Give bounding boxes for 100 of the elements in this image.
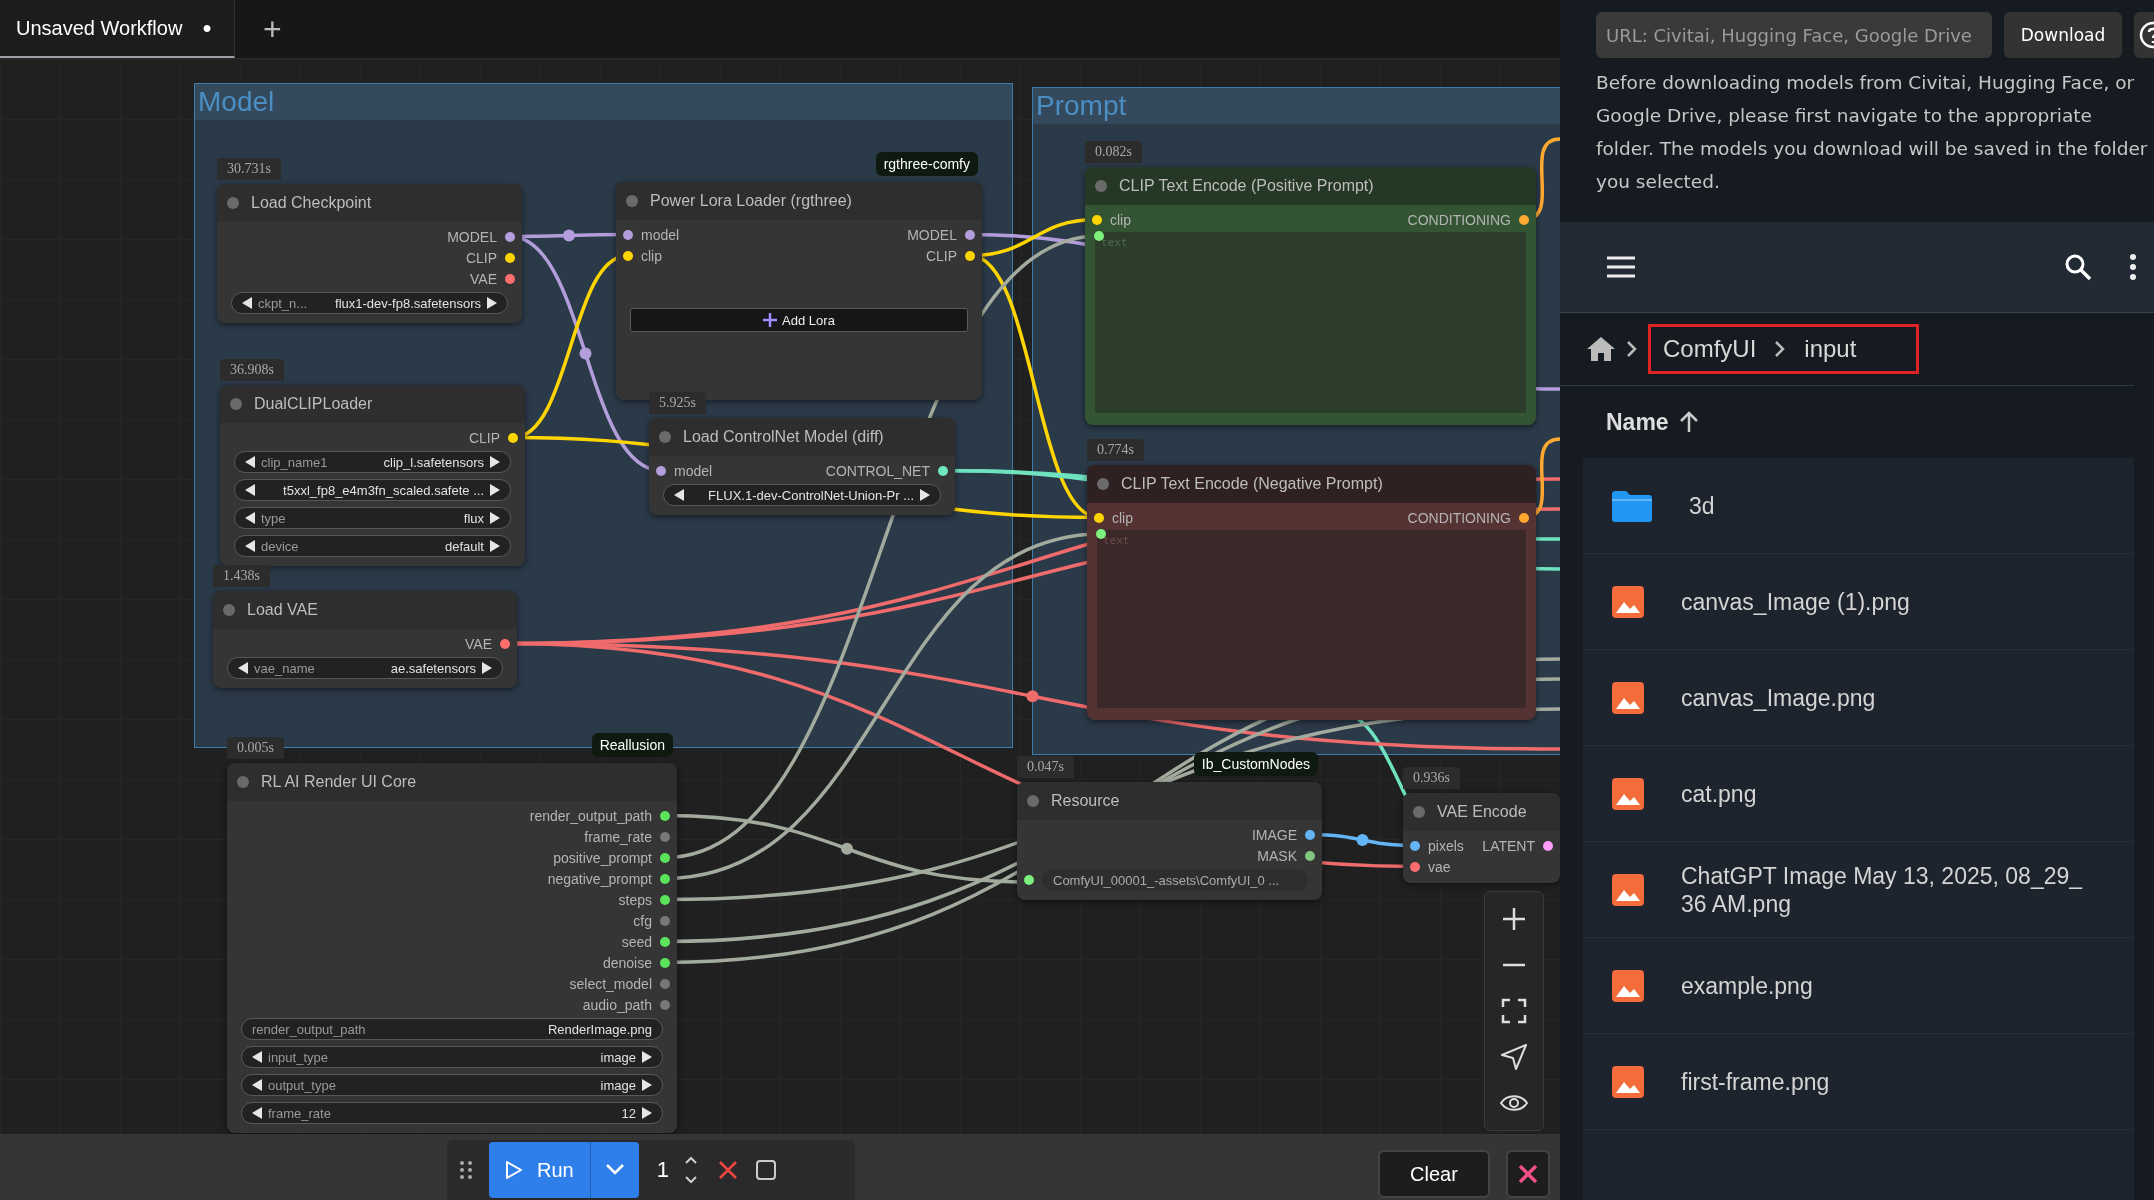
socket-dot[interactable]	[660, 957, 670, 968]
breadcrumb-link[interactable]: ComfyUI	[1663, 335, 1757, 363]
output-label: VAE	[470, 270, 497, 287]
socket-dot[interactable]	[660, 978, 670, 989]
file-row[interactable]: canvas_Image (1).png	[1583, 554, 2134, 650]
breadcrumb-link[interactable]: input	[1804, 335, 1857, 363]
socket-dot[interactable]	[660, 810, 670, 821]
combo-widget[interactable]: device default	[234, 535, 511, 557]
socket-dot[interactable]	[1543, 840, 1553, 851]
right-arrow-icon	[642, 1107, 652, 1119]
socket-dot[interactable]	[505, 231, 515, 242]
url-field[interactable]: URL: Civitai, Hugging Face, Google Drive	[1596, 12, 1992, 58]
reroute-dot[interactable]	[563, 229, 575, 242]
socket-dot[interactable]	[1519, 214, 1529, 225]
left-arrow-icon	[674, 489, 684, 501]
output-label: MODEL	[907, 226, 957, 243]
file-row[interactable]: ChatGPT Image May 13, 2025, 08_29_36 AM.png	[1583, 842, 2134, 938]
reroute-dot[interactable]	[1356, 834, 1369, 846]
socket-dot[interactable]	[660, 852, 670, 863]
status-dot-icon	[1095, 180, 1107, 192]
socket-dot[interactable]	[623, 250, 633, 261]
combo-widget[interactable]: input_type image	[241, 1046, 663, 1068]
right-arrow-icon	[490, 512, 500, 524]
socket-dot[interactable]	[505, 252, 515, 263]
file-row[interactable]: cat.png	[1583, 746, 2134, 842]
output-label: CLIP	[465, 249, 497, 266]
output-label: CLIP	[468, 429, 500, 446]
run-button[interactable]: Run	[489, 1142, 590, 1198]
output-label: MASK	[1257, 847, 1297, 864]
socket-dot[interactable]	[1092, 214, 1102, 225]
reroute-dot[interactable]	[579, 347, 592, 360]
socket-dot[interactable]	[500, 638, 510, 649]
socket-dot[interactable]	[623, 229, 633, 240]
right-arrow-icon	[642, 1051, 652, 1063]
input-label: model	[674, 462, 713, 479]
workflow-tab[interactable]: Unsaved Workflow ●	[0, 0, 236, 58]
timing-label: 0.047s	[1017, 756, 1074, 778]
socket-dot[interactable]	[660, 873, 670, 884]
socket-dot[interactable]	[1410, 861, 1420, 872]
batch-count-field[interactable]: 1	[654, 1153, 701, 1187]
play-icon	[505, 1160, 523, 1180]
combo-widget[interactable]: FLUX.1-dev-ControlNet-Union-Pr ...	[663, 484, 941, 506]
combo-widget[interactable]: type flux	[234, 507, 511, 529]
download-button[interactable]: Download	[2004, 12, 2122, 58]
search-icon[interactable]	[2064, 253, 2092, 281]
new-tab-button[interactable]: +	[235, 0, 310, 58]
drag-handle-icon[interactable]	[459, 1159, 473, 1181]
socket-dot[interactable]	[656, 465, 666, 476]
close-button[interactable]	[1506, 1150, 1550, 1198]
timing-label: 0.936s	[1403, 767, 1460, 789]
status-dot-icon	[1027, 795, 1039, 807]
sort-header[interactable]: Name	[1600, 407, 1705, 437]
combo-widget[interactable]: output_type image	[241, 1074, 663, 1096]
socket-dot[interactable]	[660, 894, 670, 905]
socket-dot[interactable]	[1094, 512, 1104, 523]
combo-widget[interactable]: clip_name1 clip_l.safetensors	[234, 451, 511, 473]
combo-widget[interactable]: t5xxl_fp8_e4m3fn_scaled.safete ...	[234, 479, 511, 501]
file-row[interactable]: first-frame.png	[1583, 1034, 2134, 1130]
combo-widget[interactable]: ckpt_n... flux1-dev-fp8.safetensors	[231, 292, 508, 314]
socket-dot[interactable]	[965, 250, 975, 261]
status-dot-icon	[659, 431, 671, 443]
more-icon[interactable]	[2128, 253, 2138, 281]
socket-dot[interactable]	[1305, 850, 1315, 861]
status-dot-icon	[1097, 478, 1109, 490]
right-arrow-icon	[490, 484, 500, 496]
timing-label: 1.438s	[213, 565, 270, 587]
text-widget[interactable]: render_output_path RenderImage.png	[241, 1018, 663, 1040]
pointer-icon[interactable]	[1499, 1042, 1529, 1072]
combo-widget[interactable]: frame_rate 12	[241, 1102, 663, 1124]
socket-dot[interactable]	[1410, 840, 1420, 851]
combo-widget[interactable]: vae_name ae.safetensors	[227, 657, 503, 679]
socket-dot[interactable]	[508, 432, 518, 443]
home-icon[interactable]	[1586, 336, 1616, 362]
socket-dot[interactable]	[660, 831, 670, 842]
stop-icon[interactable]	[754, 1159, 777, 1181]
reroute-dot[interactable]	[841, 842, 853, 855]
file-row[interactable]: canvas_Image.png	[1583, 650, 2134, 746]
input-label: vae	[1428, 858, 1451, 875]
socket-dot[interactable]	[660, 936, 670, 947]
reroute-dot[interactable]	[1026, 690, 1039, 703]
socket-dot[interactable]	[938, 465, 948, 476]
text-widget[interactable]: ComfyUI_00001_-assets\ComfyUI_0 ...	[1042, 869, 1308, 891]
image-file-icon	[1611, 776, 1645, 811]
socket-dot[interactable]	[660, 999, 670, 1010]
clear-button[interactable]: Clear	[1378, 1150, 1490, 1198]
output-label: CONTROL_NET	[825, 462, 930, 479]
source-badge: Reallusion	[591, 733, 673, 757]
menu-icon[interactable]	[1606, 256, 1636, 278]
output-label: LATENT	[1482, 837, 1535, 854]
socket-dot[interactable]	[660, 915, 670, 926]
file-row[interactable]: 3d	[1583, 458, 2134, 554]
socket-dot[interactable]	[1519, 512, 1529, 523]
cancel-icon[interactable]	[716, 1159, 739, 1181]
socket-dot[interactable]	[505, 273, 515, 284]
file-row[interactable]: example.png	[1583, 938, 2134, 1034]
socket-dot[interactable]	[965, 229, 975, 240]
add-lora-button[interactable]: Add Lora	[630, 308, 968, 332]
socket-dot[interactable]	[1024, 875, 1034, 885]
fit-view-icon[interactable]	[1499, 996, 1529, 1026]
socket-dot[interactable]	[1305, 829, 1315, 840]
